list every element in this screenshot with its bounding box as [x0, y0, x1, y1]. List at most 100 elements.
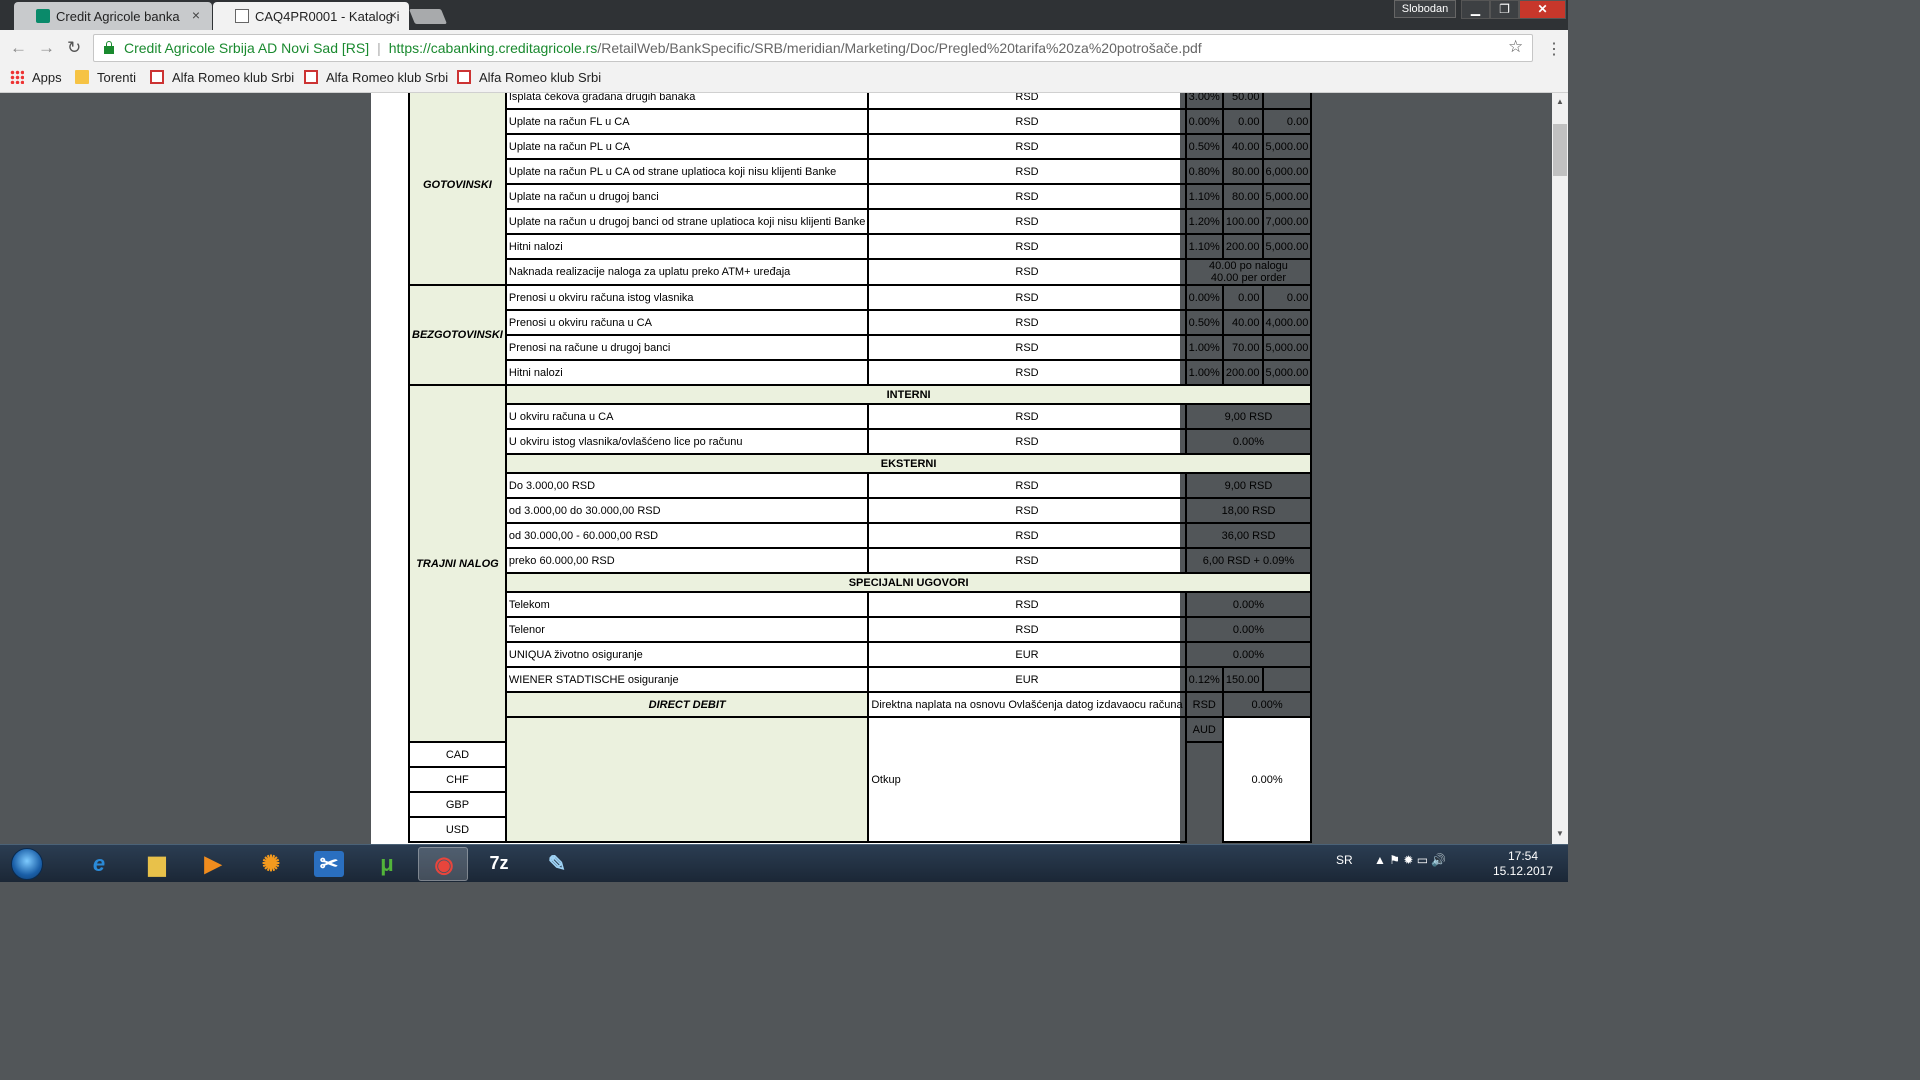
scrollbar-thumb[interactable] [1553, 124, 1567, 176]
language-indicator[interactable]: SR [1336, 853, 1353, 867]
row-fee: 0.00% [1184, 591, 1313, 618]
table-row: Telenor RSD 0.00% [409, 616, 1313, 643]
table-row: preko 60.000,00 RSD RSD 6,00 RSD + 0.09% [409, 547, 1313, 574]
apps-grid-icon [10, 70, 24, 84]
row-min: 40.00 [1221, 133, 1264, 160]
minimize-button[interactable]: ▁ [1461, 0, 1490, 19]
alfa-romeo-icon [304, 70, 318, 84]
scroll-down-icon[interactable]: ▼ [1556, 829, 1564, 838]
table-row: DIRECT DEBIT Direktna naplata na osnovu … [409, 691, 1313, 718]
row-description: UNIQUA životno osiguranje [504, 641, 870, 668]
tab-pdf-katalog[interactable]: CAQ4PR0001 - Katalog i × [213, 2, 409, 30]
tab-title: CAQ4PR0001 - Katalog i [255, 9, 400, 24]
row-currency: RSD [867, 258, 1187, 286]
address-bar[interactable]: Credit Agricole Srbija AD Novi Sad [RS] |… [93, 34, 1533, 62]
row-max: 5,000.00 [1261, 359, 1313, 386]
row-min: 200.00 [1221, 359, 1264, 386]
taskbar-helm-app[interactable]: ✺ [246, 847, 296, 881]
reload-icon[interactable]: ↻ [67, 38, 81, 58]
taskbar-media-player[interactable]: ▶ [188, 847, 238, 881]
row-min: 0.00 [1221, 108, 1264, 135]
maximize-button[interactable]: ❐ [1490, 0, 1519, 19]
close-tab-icon[interactable]: × [192, 7, 200, 23]
row-currency: RSD [867, 359, 1187, 386]
forward-arrow-icon[interactable]: → [38, 38, 55, 58]
row-currency: CHF [408, 766, 507, 793]
row-max: 5,000.00 [1261, 233, 1313, 260]
row-currency: RSD [867, 334, 1187, 361]
taskbar-7zip[interactable]: 7z [474, 847, 524, 881]
row-currency: RSD [1184, 691, 1224, 718]
clock-time: 17:54 [1507, 849, 1539, 863]
start-button[interactable] [2, 847, 52, 881]
clock-date: 15.12.2017 [1492, 864, 1554, 878]
taskbar-snipping-tool[interactable]: ✂ [304, 847, 354, 881]
row-description: preko 60.000,00 RSD [504, 547, 870, 574]
bookmark-apps[interactable]: Apps [10, 70, 62, 85]
row-fee: 9,00 RSD [1184, 472, 1313, 499]
row-percent: 1.10% [1184, 233, 1224, 260]
row-min: 50.00 [1221, 93, 1264, 110]
system-tray[interactable]: SR ▲ ⚑ ✹ ▭ 🔊 [1336, 853, 1446, 867]
taskbar-internet-explorer[interactable]: e [74, 847, 124, 881]
bookmark-alfa-romeo-3[interactable]: Alfa Romeo klub Srbi [457, 70, 601, 85]
tab-title: Credit Agricole banka [56, 9, 180, 24]
taskbar-chrome[interactable]: ◉ [418, 847, 468, 881]
row-description: Uplate na račun u drugoj banci od strane… [504, 208, 870, 235]
bookmark-label: Apps [32, 70, 62, 85]
tray-icons[interactable]: ▲ ⚑ ✹ ▭ 🔊 [1374, 853, 1446, 867]
close-window-button[interactable]: ✕ [1519, 0, 1566, 19]
profile-button[interactable]: Slobodan [1394, 0, 1456, 18]
row-percent: 1.20% [1184, 208, 1224, 235]
row-currency: RSD [867, 108, 1187, 135]
chrome-menu-icon[interactable]: ⋮ [1546, 39, 1562, 59]
alfa-romeo-icon [150, 70, 164, 84]
close-tab-icon[interactable]: × [389, 7, 397, 23]
row-max [1261, 93, 1313, 110]
url-host: https://cabanking.creditagricole.rs [388, 40, 598, 56]
clock[interactable]: 17:54 15.12.2017 [1490, 849, 1556, 879]
row-currency: RSD [867, 133, 1187, 160]
row-fee: 9,00 RSD [1184, 403, 1313, 430]
row-fee: 0.00% [1184, 641, 1313, 668]
row-fee: 0.00% [1184, 428, 1313, 455]
row-description: WIENER STADTISCHE osiguranje [504, 666, 870, 693]
new-tab-button[interactable] [408, 9, 448, 24]
taskbar-paint[interactable]: ✎ [532, 847, 582, 881]
row-description: Uplate na račun FL u CA [504, 108, 870, 135]
row-currency: USD [408, 816, 507, 843]
bookmark-star-icon[interactable]: ☆ [1508, 37, 1523, 57]
row-description: od 3.000,00 do 30.000,00 RSD [504, 497, 870, 524]
tab-credit-agricole[interactable]: Credit Agricole banka × [14, 2, 212, 30]
row-currency: EUR [867, 641, 1187, 668]
specijalni-header: SPECIJALNI UGOVORI [504, 572, 1313, 593]
row-currency: RSD [867, 616, 1187, 643]
back-arrow-icon[interactable]: ← [10, 38, 27, 58]
row-fee: 0.00% [1184, 616, 1313, 643]
row-min: 70.00 [1221, 334, 1264, 361]
bookmark-alfa-romeo-2[interactable]: Alfa Romeo klub Srbi [304, 70, 448, 85]
site-identity[interactable]: Credit Agricole Srbija AD Novi Sad [RS] [124, 40, 369, 56]
row-description: Do 3.000,00 RSD [504, 472, 870, 499]
taskbar-utorrent[interactable]: μ [362, 847, 412, 881]
document-icon [235, 9, 249, 23]
bookmark-label: Alfa Romeo klub Srbi [326, 70, 449, 85]
windows-taskbar: e ▆ ▶ ✺ ✂ μ ◉ 7z ✎ SR ▲ ⚑ ✹ ▭ 🔊 17:54 15… [0, 844, 1568, 882]
row-min: 0.00 [1221, 284, 1264, 311]
vertical-scrollbar[interactable]: ▲ ▼ [1552, 93, 1568, 844]
scroll-up-icon[interactable]: ▲ [1556, 97, 1564, 106]
row-percent: 0.50% [1184, 133, 1224, 160]
row-percent: 1.00% [1184, 359, 1224, 386]
row-description: Prenosi u okviru računa istog vlasnika [504, 284, 870, 311]
table-row: U okviru istog vlasnika/ovlašćeno lice p… [409, 428, 1313, 455]
row-fee: 36,00 RSD [1184, 522, 1313, 549]
section-header-row: EKSTERNI [409, 453, 1313, 474]
row-currency: RSD [867, 233, 1187, 260]
bookmark-torenti[interactable]: Torenti [75, 70, 136, 85]
row-percent: 0.00% [1184, 108, 1224, 135]
bookmark-alfa-romeo-1[interactable]: Alfa Romeo klub Srbi [150, 70, 294, 85]
taskbar-file-explorer[interactable]: ▆ [132, 847, 182, 881]
row-max: 5,000.00 [1261, 334, 1313, 361]
table-row: Uplate na račun PL u CA od strane uplati… [409, 158, 1313, 185]
pdf-viewer[interactable]: GOTOVINSKI Isplata čekova građana drugih… [0, 93, 1552, 844]
